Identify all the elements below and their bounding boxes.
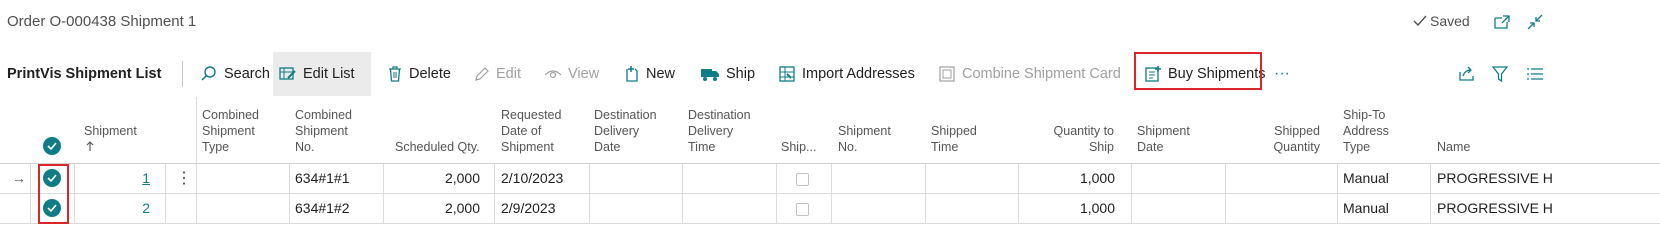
grid-line	[1131, 164, 1132, 223]
buy-shipments-highlight	[1134, 52, 1262, 90]
col-shipped-quantity[interactable]: Shipped Quantity	[1240, 123, 1320, 155]
col-ship-to-address-type[interactable]: Ship-To Address Type	[1343, 107, 1389, 155]
new-document-icon	[626, 66, 638, 82]
ship-button[interactable]: Ship	[694, 52, 761, 96]
search-button[interactable]: Search	[194, 52, 276, 96]
name-cell[interactable]: PROGRESSIVE HO	[1437, 164, 1552, 193]
scheduled-qty-cell[interactable]: 2,000	[390, 194, 480, 223]
col-destination-delivery-time[interactable]: Destination Delivery Time	[688, 107, 751, 155]
truck-icon	[701, 69, 719, 81]
eye-icon	[544, 70, 562, 79]
grid-line	[831, 164, 832, 223]
grid-line	[1430, 164, 1431, 223]
grid-line	[196, 97, 197, 223]
sort-ascending-icon	[86, 141, 94, 151]
col-requested-date[interactable]: Requested Date of Shipment	[501, 107, 561, 155]
grid-line	[1225, 164, 1226, 223]
requested-date-cell[interactable]: 2/9/2023	[501, 194, 556, 223]
requested-date-cell[interactable]: 2/10/2023	[501, 164, 563, 193]
grid-line	[1337, 164, 1338, 223]
grid-line	[589, 164, 590, 223]
col-scheduled-qty[interactable]: Scheduled Qty.	[395, 139, 480, 155]
grid-line	[30, 164, 31, 223]
col-combined-shipment-type[interactable]: Combined Shipment Type	[202, 107, 259, 155]
edit-list-icon	[279, 67, 296, 80]
col-destination-delivery-date[interactable]: Destination Delivery Date	[594, 107, 657, 155]
pencil-icon	[475, 67, 489, 81]
grid-line	[383, 164, 384, 223]
shipment-link[interactable]: 2	[90, 194, 150, 223]
header-row: Shipment Combined Shipment Type Combined…	[0, 97, 1660, 164]
view-button[interactable]: View	[538, 52, 605, 96]
col-shipment-date[interactable]: Shipment Date	[1137, 123, 1190, 155]
qty-to-ship-cell[interactable]: 1,000	[1030, 164, 1115, 193]
grid-line	[289, 164, 290, 223]
collapse-icon[interactable]	[1525, 12, 1545, 32]
combine-shipment-card-button[interactable]: Combine Shipment Card	[932, 52, 1127, 96]
scheduled-qty-cell[interactable]: 2,000	[390, 164, 480, 193]
page-title: Order O-000438 Shipment 1	[7, 13, 197, 30]
shipment-grid: Shipment Combined Shipment Type Combined…	[0, 97, 1660, 245]
qty-to-ship-cell[interactable]: 1,000	[1030, 194, 1115, 223]
grid-line	[776, 164, 777, 223]
row-selection-highlight	[38, 164, 69, 224]
table-row[interactable]: 2 634#1#2 2,000 2/9/2023 1,000 Manual PR…	[0, 194, 1660, 224]
edit-list-button[interactable]: Edit List	[273, 52, 371, 96]
col-quantity-to-ship[interactable]: Quantity to Ship	[1030, 123, 1114, 155]
col-shipped-time[interactable]: Shipped Time	[931, 123, 977, 155]
combined-no-cell[interactable]: 634#1#1	[295, 164, 350, 193]
grid-line	[165, 164, 166, 223]
table-row[interactable]: → 1 ⋮ 634#1#1 2,000 2/10/2023 1,000 Manu…	[0, 164, 1660, 194]
list-view-icon[interactable]	[1525, 64, 1545, 84]
grid-line	[682, 164, 683, 223]
search-icon	[201, 66, 216, 81]
title-bar: Order O-000438 Shipment 1 Saved	[0, 0, 1660, 44]
import-addresses-button[interactable]: Import Addresses	[772, 52, 921, 96]
ship-to-type-cell[interactable]: Manual	[1343, 164, 1389, 193]
grid-line	[494, 164, 495, 223]
edit-button[interactable]: Edit	[468, 52, 527, 96]
saved-status: Saved	[1412, 13, 1470, 29]
combined-no-cell[interactable]: 634#1#2	[295, 194, 350, 223]
open-new-window-icon[interactable]	[1492, 12, 1512, 32]
col-ship[interactable]: Ship...	[781, 139, 816, 155]
col-shipment[interactable]: Shipment	[84, 107, 137, 155]
list-title: PrintVis Shipment List	[7, 66, 162, 82]
grid-line	[74, 164, 75, 223]
col-combined-shipment-no[interactable]: Combined Shipment No.	[295, 107, 352, 155]
col-name[interactable]: Name	[1437, 139, 1470, 155]
delete-button[interactable]: Delete	[381, 52, 457, 96]
col-shipment-no[interactable]: Shipment No.	[838, 123, 891, 155]
ship-checkbox[interactable]	[796, 173, 809, 186]
trash-icon	[389, 66, 401, 82]
import-addresses-icon	[779, 66, 795, 82]
shipment-link[interactable]: 1	[90, 164, 150, 193]
card-icon	[939, 66, 955, 82]
more-actions-button[interactable]: ···	[1268, 52, 1296, 96]
filter-icon[interactable]	[1490, 64, 1510, 84]
ship-checkbox[interactable]	[796, 203, 809, 216]
share-icon[interactable]	[1457, 64, 1477, 84]
new-button[interactable]: New	[618, 52, 681, 96]
saved-label: Saved	[1430, 13, 1470, 29]
ship-to-type-cell[interactable]: Manual	[1343, 194, 1389, 223]
name-cell[interactable]: PROGRESSIVE HO	[1437, 194, 1552, 223]
current-row-arrow-icon: →	[12, 170, 26, 186]
select-all-checkbox[interactable]	[43, 137, 61, 155]
checkmark-icon	[1413, 15, 1427, 27]
grid-line	[1018, 164, 1019, 223]
row-menu-icon[interactable]: ⋮	[176, 164, 192, 193]
grid-line	[925, 164, 926, 223]
action-bar: PrintVis Shipment List Search Edit List …	[0, 52, 1660, 96]
divider	[182, 61, 183, 87]
